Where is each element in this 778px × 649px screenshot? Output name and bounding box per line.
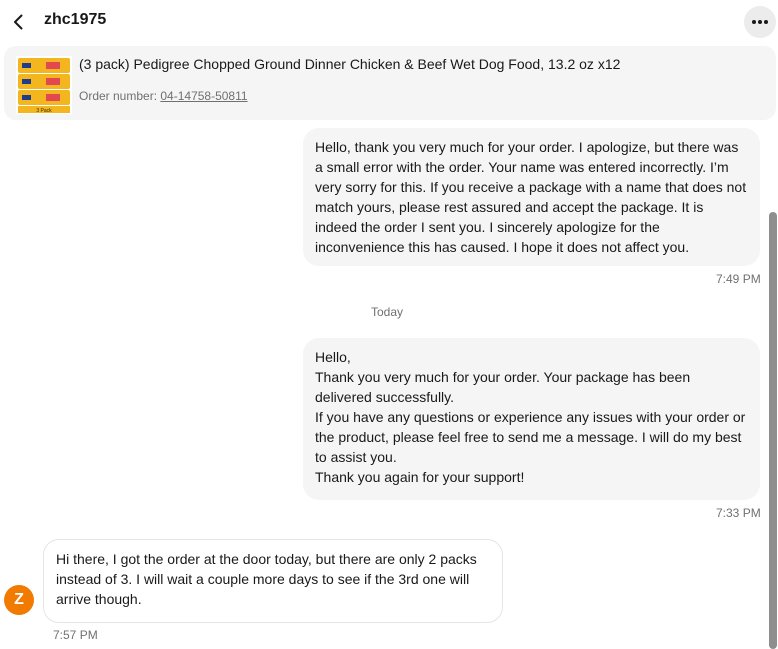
thumbnail-caption: 3 Pack — [36, 108, 52, 114]
message-line: Thank you again for your support! — [315, 469, 525, 485]
message-timestamp: 7:33 PM — [716, 506, 761, 520]
message-line: very sorry for this. If you receive a pa… — [315, 179, 747, 195]
message-line: instead of 3. I will wait a couple more … — [56, 571, 470, 587]
message-line: the product, please feel free to send me… — [315, 429, 742, 445]
more-options-button[interactable] — [744, 6, 776, 38]
message-line: Hello, — [315, 349, 351, 365]
message-line: Hi there, I got the order at the door to… — [56, 551, 477, 567]
outgoing-message-bubble: Hello, Thank you very much for your orde… — [303, 338, 760, 500]
conversation-title: zhc1975 — [44, 11, 107, 28]
ellipsis-icon — [752, 20, 768, 24]
message-line: If you have any questions or experience … — [315, 409, 746, 425]
product-title[interactable]: (3 pack) Pedigree Chopped Ground Dinner … — [79, 56, 620, 72]
outgoing-message-bubble: Hello, thank you very much for your orde… — [303, 128, 760, 266]
avatar: Z — [4, 585, 34, 615]
message-line: match yours, please rest assured and acc… — [315, 199, 704, 215]
order-number-link[interactable]: 04-14758-50811 — [160, 89, 247, 103]
back-button[interactable] — [4, 7, 34, 37]
order-number-label: Order number: — [79, 89, 161, 103]
chevron-left-icon — [14, 14, 23, 30]
product-thumbnail: 3 Pack — [16, 56, 72, 114]
message-line: Thank you very much for your order. Your… — [315, 369, 691, 385]
message-line: a small error with the order. Your name … — [315, 159, 729, 175]
message-timestamp: 7:49 PM — [716, 272, 761, 286]
incoming-message-bubble: Hi there, I got the order at the door to… — [43, 539, 503, 623]
date-divider: Today — [371, 305, 404, 319]
scrollbar-thumb[interactable] — [769, 212, 777, 649]
message-line: indeed the order I sent you. I sincerely… — [315, 219, 660, 235]
message-line: delivered successfully. — [315, 389, 455, 405]
message-line: Hello, thank you very much for your orde… — [315, 139, 739, 155]
message-line: arrive though. — [56, 591, 142, 607]
message-line: to assist you. — [315, 449, 397, 465]
order-number-line: Order number: 04-14758-50811 — [79, 89, 248, 103]
message-timestamp: 7:57 PM — [53, 628, 98, 642]
conversation-header: zhc1975 — [0, 0, 778, 44]
message-line: inconvenience this has caused. I hope it… — [315, 239, 690, 255]
